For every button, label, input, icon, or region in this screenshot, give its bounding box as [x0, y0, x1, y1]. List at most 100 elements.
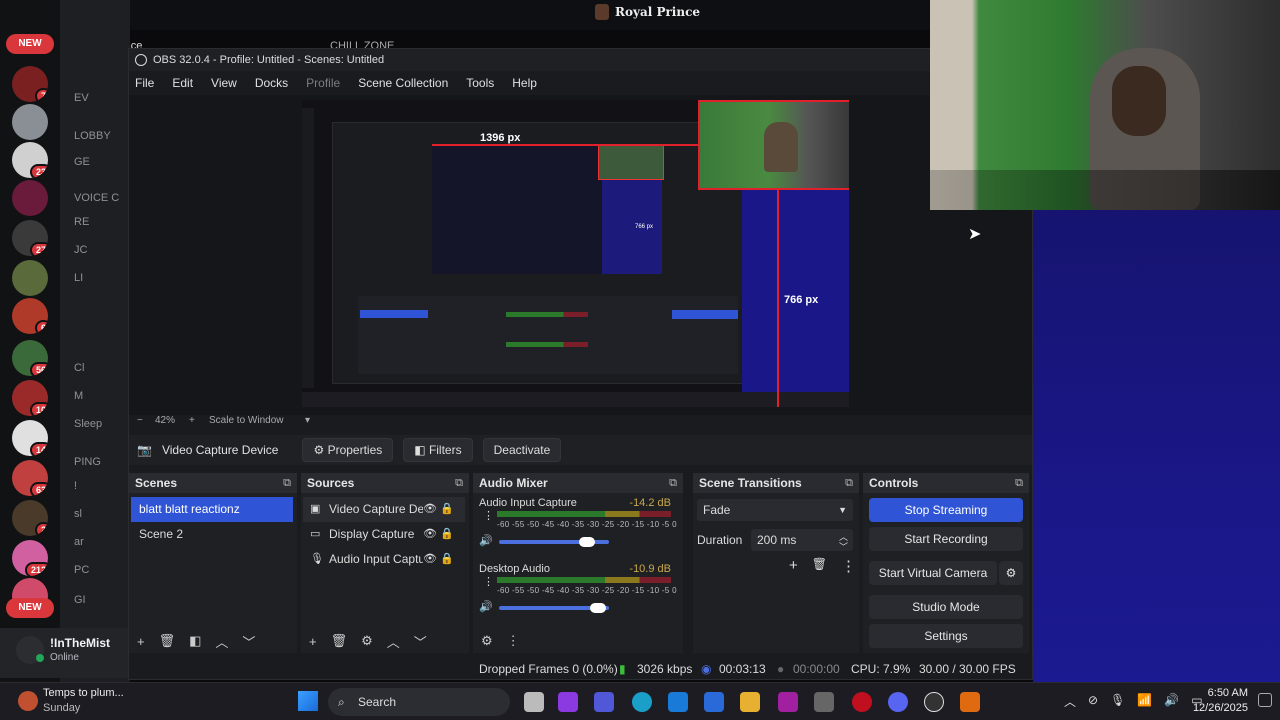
- volume-icon[interactable]: 🔊: [1164, 693, 1179, 710]
- fl-studio-icon[interactable]: [960, 692, 980, 712]
- menu-file[interactable]: File: [135, 76, 154, 90]
- filter-icon[interactable]: ◧: [189, 633, 201, 649]
- slider-knob[interactable]: [579, 537, 595, 547]
- filters-button[interactable]: ◧ Filters: [403, 438, 473, 462]
- weather-title[interactable]: Temps to plum...: [43, 687, 124, 699]
- move-down-icon[interactable]: ﹀: [414, 632, 427, 651]
- server-icon[interactable]: 10: [12, 380, 48, 416]
- speaker-icon[interactable]: 🔊: [479, 600, 493, 613]
- server-icon[interactable]: [12, 260, 48, 296]
- source-item[interactable]: ▭ Display Capture 👁 🔒: [303, 522, 465, 547]
- server-icon[interactable]: 2: [12, 500, 48, 536]
- start-recording-button[interactable]: Start Recording: [869, 527, 1023, 551]
- speaker-icon[interactable]: 🔊: [479, 534, 493, 547]
- deactivate-button[interactable]: Deactivate: [482, 438, 562, 462]
- transition-select[interactable]: Fade ▼: [697, 499, 853, 521]
- wifi-icon[interactable]: 📶: [1137, 693, 1152, 710]
- start-virtual-camera-button[interactable]: Start Virtual Camera: [869, 561, 997, 585]
- obs-icon[interactable]: [924, 692, 944, 712]
- kebab-menu-icon[interactable]: ⋮: [483, 575, 494, 588]
- discord-user-panel[interactable]: !InTheMist Online: [0, 628, 130, 678]
- new-unreads-pill-top[interactable]: NEW: [6, 34, 54, 54]
- channel-category[interactable]: LOBBY: [74, 130, 130, 142]
- notifications-icon[interactable]: [1258, 693, 1272, 707]
- move-up-icon[interactable]: ︿: [387, 632, 400, 651]
- channel-item[interactable]: GI: [74, 594, 130, 606]
- gear-icon[interactable]: ⚙: [999, 561, 1023, 585]
- menu-edit[interactable]: Edit: [172, 76, 193, 90]
- move-down-icon[interactable]: ﹀: [242, 632, 255, 651]
- menu-docks[interactable]: Docks: [255, 76, 288, 90]
- volume-slider[interactable]: [499, 537, 609, 547]
- chevron-up-icon[interactable]: ︿: [1064, 693, 1076, 710]
- windows-start-icon[interactable]: [298, 691, 318, 711]
- add-icon[interactable]: +: [137, 634, 145, 649]
- clipchamp-icon[interactable]: [778, 692, 798, 712]
- folder-icon[interactable]: [740, 692, 760, 712]
- source-visibility[interactable]: 👁 🔒: [423, 497, 463, 522]
- microphone-icon[interactable]: 🎙: [1110, 693, 1125, 710]
- slider-knob[interactable]: [590, 603, 606, 613]
- channel-item[interactable]: sl: [74, 508, 130, 520]
- properties-button[interactable]: ⚙ Properties: [302, 438, 394, 462]
- menu-scene-collection[interactable]: Scene Collection: [358, 76, 448, 90]
- channel-item[interactable]: ar: [74, 536, 130, 548]
- channel-item[interactable]: RE: [74, 216, 130, 228]
- source-item[interactable]: 🎙 Audio Input Capture 👁 🔒: [303, 547, 465, 572]
- dropbox-icon[interactable]: [668, 692, 688, 712]
- weather-icon[interactable]: [18, 691, 38, 711]
- studio-mode-button[interactable]: Studio Mode: [869, 595, 1023, 619]
- menu-help[interactable]: Help: [512, 76, 537, 90]
- channel-item[interactable]: JC: [74, 244, 130, 256]
- channel-item[interactable]: GE: [74, 156, 130, 168]
- zoom-out-button[interactable]: −: [137, 415, 143, 426]
- menu-tools[interactable]: Tools: [466, 76, 494, 90]
- camera-off-icon[interactable]: ⊘: [1088, 693, 1098, 710]
- selection-box[interactable]: [698, 100, 849, 190]
- source-item[interactable]: ▣ Video Capture Device 👁 🔒: [303, 497, 465, 522]
- edge-icon[interactable]: [632, 692, 652, 712]
- opera-icon[interactable]: [852, 692, 872, 712]
- popout-icon[interactable]: ⧉: [669, 473, 677, 493]
- channel-item[interactable]: PC: [74, 564, 130, 576]
- channel-item[interactable]: LI: [74, 272, 130, 284]
- settings-button[interactable]: Settings: [869, 624, 1023, 648]
- add-icon[interactable]: +: [789, 557, 798, 575]
- server-icon[interactable]: 6: [12, 298, 48, 334]
- kebab-menu-icon[interactable]: ⋮: [507, 633, 520, 649]
- server-icon[interactable]: 27: [12, 220, 48, 256]
- server-icon[interactable]: [12, 104, 48, 140]
- chevron-down-icon[interactable]: ▾: [305, 415, 310, 426]
- stop-streaming-button[interactable]: Stop Streaming: [869, 498, 1023, 522]
- channel-item[interactable]: M: [74, 390, 130, 402]
- channel-item[interactable]: Sleep: [74, 418, 130, 430]
- teams-icon[interactable]: [594, 692, 614, 712]
- source-visibility[interactable]: 👁 🔒: [423, 547, 463, 572]
- channel-category[interactable]: VOICE C: [74, 192, 130, 204]
- copilot-icon[interactable]: [558, 692, 578, 712]
- popout-icon[interactable]: ⧉: [845, 473, 853, 493]
- channel-item[interactable]: EV: [74, 92, 130, 104]
- trash-icon[interactable]: 🗑: [159, 633, 176, 649]
- spin-down-icon[interactable]: ﹀: [839, 536, 848, 558]
- server-icon[interactable]: [12, 180, 48, 216]
- duration-spinbox[interactable]: 200 ms ︿ ﹀: [751, 529, 853, 552]
- new-unreads-pill-bottom[interactable]: NEW: [6, 598, 54, 618]
- menu-view[interactable]: View: [211, 76, 237, 90]
- channel-category[interactable]: PING: [74, 456, 130, 468]
- gear-icon[interactable]: ⚙: [481, 633, 493, 649]
- kebab-menu-icon[interactable]: ⋮: [483, 509, 494, 522]
- store-icon[interactable]: [704, 692, 724, 712]
- server-icon[interactable]: 7: [12, 66, 48, 102]
- server-icon[interactable]: 56: [12, 340, 48, 376]
- move-up-icon[interactable]: ︿: [215, 632, 228, 651]
- scene-item[interactable]: Scene 2: [131, 522, 293, 547]
- file-icon[interactable]: [524, 692, 544, 712]
- menu-profile[interactable]: Profile: [306, 76, 340, 90]
- source-visibility[interactable]: 👁 🔒: [423, 522, 463, 547]
- server-icon[interactable]: 212: [12, 540, 48, 576]
- add-icon[interactable]: +: [309, 634, 317, 649]
- popout-icon[interactable]: ⧉: [1015, 473, 1023, 493]
- popout-icon[interactable]: ⧉: [283, 473, 291, 493]
- channel-item[interactable]: !: [74, 480, 130, 492]
